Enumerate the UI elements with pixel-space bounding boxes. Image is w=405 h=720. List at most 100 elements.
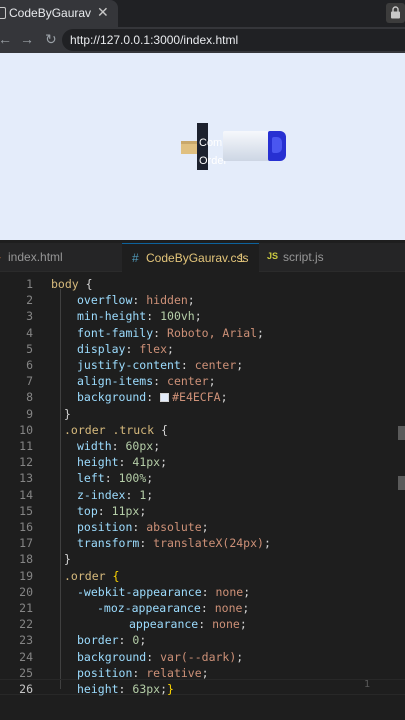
- line-number: 23: [19, 633, 33, 648]
- line-number: 16: [19, 520, 33, 534]
- code-line: 26 height: 63px;}: [0, 682, 405, 698]
- code-text: width: 60px;: [77, 439, 161, 453]
- order-button-text-line1: Com: [199, 137, 223, 149]
- code-line: 12 height: 41px;: [0, 455, 405, 471]
- code-text: position: absolute;: [77, 520, 209, 534]
- line-number: 5: [26, 341, 33, 356]
- scrollbar-marker[interactable]: [398, 476, 405, 490]
- inline-hint: 1: [364, 679, 371, 690]
- line-number: 1: [26, 277, 33, 291]
- scrollbar-marker[interactable]: [398, 426, 405, 440]
- line-number: 7: [26, 374, 33, 389]
- code-text: align-items: center;: [77, 374, 216, 389]
- code-line: 23 border: 0;: [0, 633, 405, 649]
- code-text: z-index: 1;: [77, 487, 154, 502]
- code-line: 5 display: flex;: [0, 342, 405, 358]
- line-number: 22: [19, 617, 33, 632]
- code-text: left: 100%;: [77, 471, 154, 486]
- html-file-icon: ›: [0, 250, 1, 264]
- code-line: 17 transform: translateX(24px);: [0, 536, 405, 552]
- code-text: background: var(--dark);: [77, 649, 244, 664]
- line-number: 8: [26, 390, 33, 405]
- code-line: 14 z-index: 1;: [0, 488, 405, 504]
- truck-body: [223, 131, 271, 161]
- browser-tab[interactable]: CodeByGaurav ✕: [0, 0, 118, 27]
- tab-index-html[interactable]: › index.html: [0, 243, 120, 272]
- code-text: height: 63px;}: [77, 682, 174, 696]
- code-text: top: 11px;: [77, 503, 147, 518]
- browser-tab-title: CodeByGaurav: [9, 6, 92, 20]
- line-number: 6: [26, 358, 33, 372]
- browser-tab-bar: CodeByGaurav ✕: [0, 0, 405, 27]
- code-text: .order .truck {: [64, 422, 168, 437]
- code-line: 21 -moz-appearance: none;: [0, 601, 405, 617]
- line-number: 25: [19, 665, 33, 680]
- line-number: 11: [19, 439, 33, 453]
- lock-icon: [391, 6, 400, 19]
- line-number: 12: [19, 455, 33, 470]
- truck-window: [272, 137, 282, 153]
- package-box: [181, 141, 197, 154]
- page-favicon-icon: [0, 7, 6, 19]
- code-line: 11 width: 60px;: [0, 439, 405, 455]
- code-line: 7 align-items: center;: [0, 374, 405, 390]
- code-text: height: 41px;: [77, 455, 168, 470]
- line-number: 18: [19, 552, 33, 567]
- line-number: 21: [19, 601, 33, 615]
- code-text: border: 0;: [77, 633, 147, 648]
- line-number: 9: [26, 406, 33, 421]
- code-editor[interactable]: 1 body { 2 overflow: hidden; 3 min-height: 10…: [0, 273, 405, 720]
- line-number: 26: [19, 682, 33, 696]
- code-line: 22 appearance: none;: [0, 617, 405, 633]
- code-line: 16 position: absolute;: [0, 520, 405, 536]
- code-text: display: flex;: [77, 341, 174, 356]
- code-text: appearance: none;: [129, 617, 247, 632]
- page-preview: Com Order: [0, 53, 405, 240]
- tab-label: CodeByGaurav.css: [146, 251, 249, 265]
- tab-css-file[interactable]: # CodeByGaurav.css 1: [122, 243, 259, 272]
- line-number: 14: [19, 487, 33, 502]
- address-bar[interactable]: http://127.0.0.1:3000/index.html: [62, 29, 405, 51]
- line-number: 10: [19, 422, 33, 437]
- code-line: 1 body {: [0, 277, 405, 293]
- code-text: background: #E4ECFA;: [77, 390, 228, 405]
- code-text: min-height: 100vh;: [77, 309, 202, 324]
- color-swatch[interactable]: [160, 393, 170, 403]
- code-line: 19 .order {: [0, 569, 405, 585]
- code-text: position: relative;: [77, 665, 209, 680]
- code-text: font-family: Roboto, Arial;: [77, 325, 264, 340]
- code-text: justify-content: center;: [77, 358, 244, 372]
- code-text: body {: [51, 277, 93, 291]
- code-line: 9}: [0, 407, 405, 423]
- reload-icon[interactable]: ↻: [45, 31, 57, 48]
- tab-label: index.html: [8, 250, 63, 264]
- code-line: 13 left: 100%;: [0, 471, 405, 487]
- tab-script-js[interactable]: JS script.js: [260, 243, 360, 272]
- line-number: 20: [19, 584, 33, 599]
- code-line: 2 overflow: hidden;: [0, 293, 405, 309]
- lock-button[interactable]: [386, 3, 405, 23]
- code-text: .order {: [64, 568, 120, 583]
- code-line: 4 font-family: Roboto, Arial;: [0, 326, 405, 342]
- code-line: 10 .order .truck {: [0, 423, 405, 439]
- editor-tab-bar: › index.html # CodeByGaurav.css 1 JS scr…: [0, 243, 405, 272]
- forward-arrow-icon[interactable]: →: [20, 31, 34, 47]
- code-text: }: [64, 552, 71, 567]
- code-line: 24 background: var(--dark);: [0, 650, 405, 666]
- line-number: 19: [19, 568, 33, 583]
- back-arrow-icon[interactable]: ←: [0, 31, 12, 47]
- code-line: 18}: [0, 552, 405, 568]
- code-line: 15 top: 11px;: [0, 504, 405, 520]
- line-number: 13: [19, 471, 33, 486]
- code-line: 6 justify-content: center;: [0, 358, 405, 374]
- line-number: 2: [26, 293, 33, 308]
- code-line: 3 min-height: 100vh;: [0, 309, 405, 325]
- tab-label: script.js: [283, 250, 324, 264]
- code-text: -webkit-appearance: none;: [77, 584, 251, 599]
- js-file-icon: JS: [267, 251, 279, 261]
- close-icon[interactable]: ✕: [97, 4, 109, 21]
- problem-count-badge: 1: [238, 251, 245, 265]
- code-line: 25 position: relative;: [0, 666, 405, 682]
- code-text: }: [64, 406, 71, 421]
- url-text: http://127.0.0.1:3000/index.html: [70, 33, 239, 47]
